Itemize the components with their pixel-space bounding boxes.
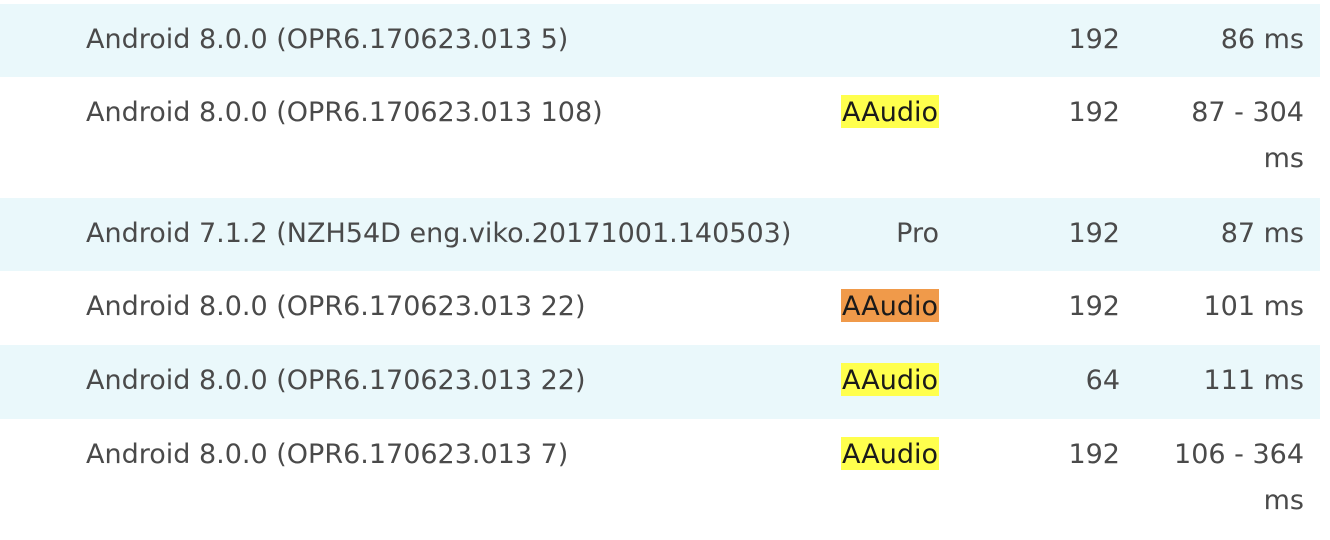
device-version: Android 8.0.0 (OPR6.170623.013 7) bbox=[86, 439, 569, 470]
api-tag: AAudio bbox=[841, 284, 939, 330]
api-tag: Pro bbox=[896, 218, 939, 249]
device-version: Android 7.1.2 (NZH54D eng.viko.20171001.… bbox=[86, 218, 792, 249]
aaudio-badge: AAudio bbox=[841, 363, 939, 396]
latency-value: 86 ms bbox=[1220, 24, 1304, 55]
table-row: Android 8.0.0 (OPR6.170623.013 22) AAudi… bbox=[0, 345, 1320, 419]
latency-value: 87 ms bbox=[1220, 218, 1304, 249]
device-version: Android 8.0.0 (OPR6.170623.013 22) bbox=[86, 291, 586, 322]
buffer-size: 192 bbox=[1068, 97, 1120, 128]
latency-value: 101 ms bbox=[1203, 291, 1305, 322]
latency-value: 106 - 364 ms bbox=[1174, 439, 1304, 516]
aaudio-badge: AAudio bbox=[841, 437, 939, 470]
device-latency-table: Android 8.0.0 (OPR6.170623.013 5) 192 86… bbox=[0, 4, 1320, 540]
api-tag: AAudio bbox=[841, 432, 939, 478]
buffer-size: 192 bbox=[1068, 439, 1120, 470]
table-row: Android 7.1.2 (NZH54D eng.viko.20171001.… bbox=[0, 198, 1320, 271]
buffer-size: 64 bbox=[1085, 365, 1120, 396]
device-version: Android 8.0.0 (OPR6.170623.013 5) bbox=[86, 24, 569, 55]
table-row: Android 8.0.0 (OPR6.170623.013 5) 192 86… bbox=[0, 4, 1320, 77]
table-row: Android 8.0.0 (OPR6.170623.013 22) AAudi… bbox=[0, 271, 1320, 345]
device-version: Android 8.0.0 (OPR6.170623.013 108) bbox=[86, 97, 603, 128]
api-tag: AAudio bbox=[841, 90, 939, 136]
api-tag: AAudio bbox=[841, 358, 939, 404]
latency-value: 87 - 304 ms bbox=[1191, 97, 1304, 174]
aaudio-badge: AAudio bbox=[841, 95, 939, 128]
table-row: Android 8.0.0 (OPR6.170623.013 7) AAudio… bbox=[0, 419, 1320, 540]
buffer-size: 192 bbox=[1068, 24, 1120, 55]
aaudio-badge: AAudio bbox=[841, 289, 939, 322]
buffer-size: 192 bbox=[1068, 218, 1120, 249]
table-row: Android 8.0.0 (OPR6.170623.013 108) AAud… bbox=[0, 77, 1320, 198]
latency-value: 111 ms bbox=[1203, 365, 1305, 396]
device-version: Android 8.0.0 (OPR6.170623.013 22) bbox=[86, 365, 586, 396]
buffer-size: 192 bbox=[1068, 291, 1120, 322]
